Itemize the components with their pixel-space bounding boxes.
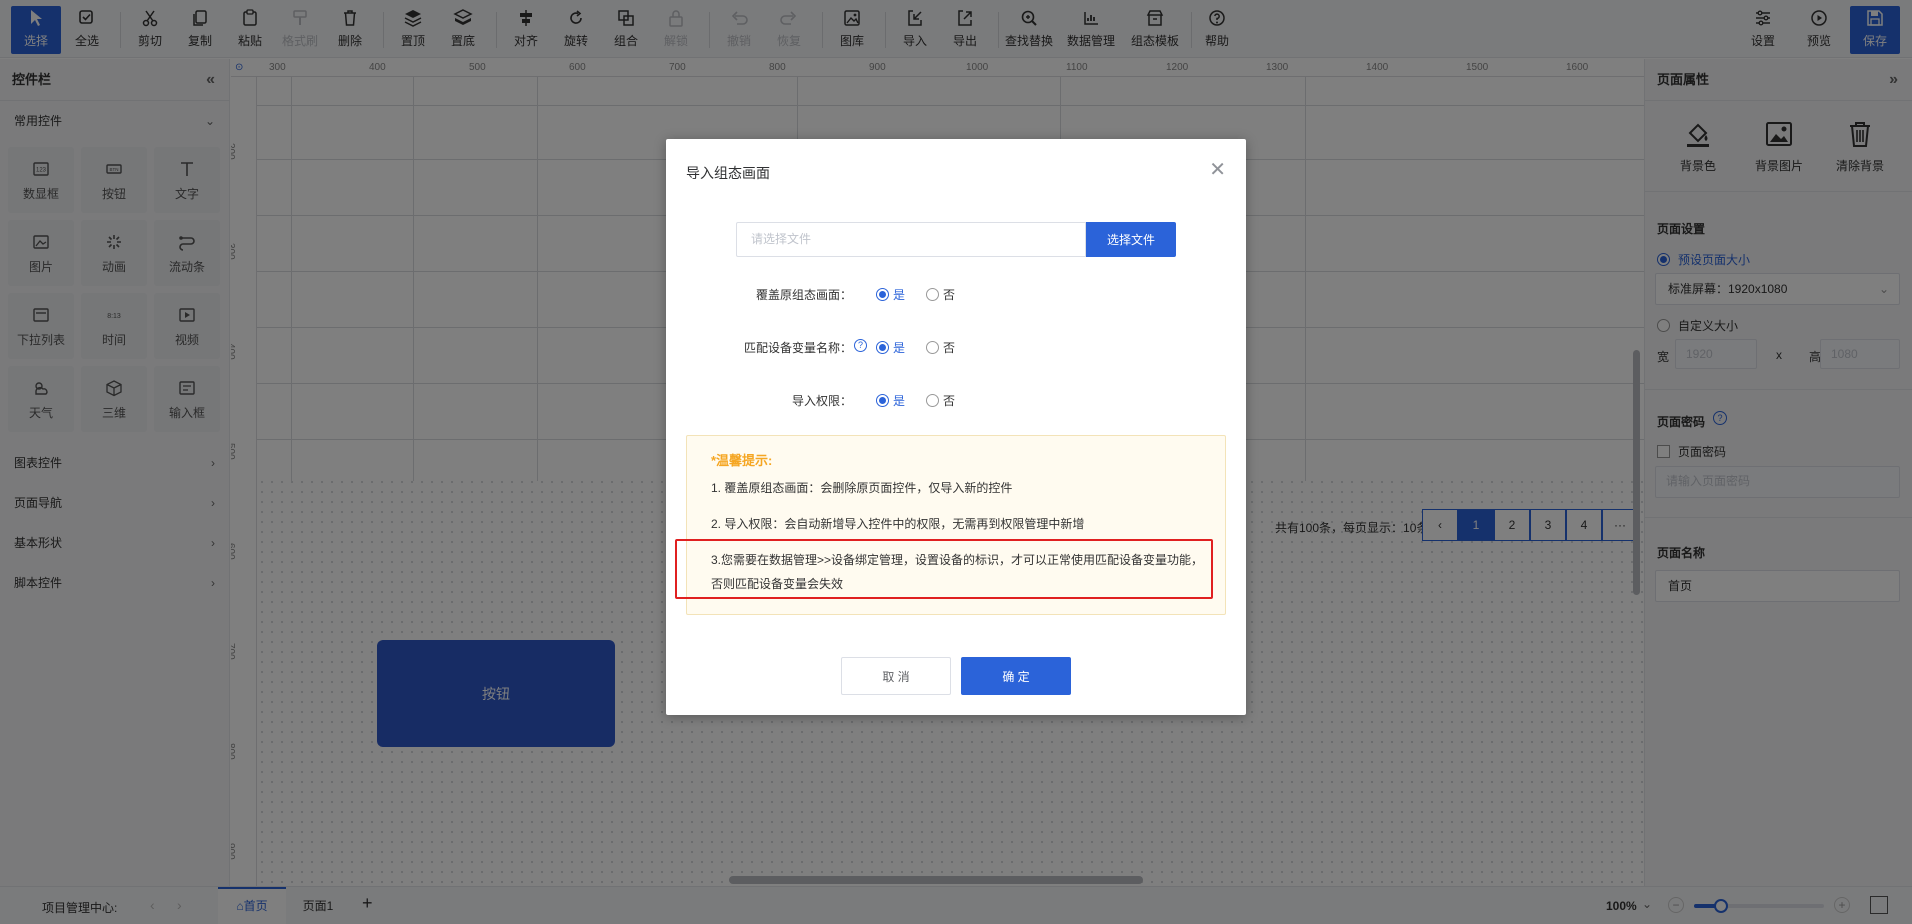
close-icon[interactable]: ✕	[1209, 157, 1226, 182]
match-variable-label: 匹配设备变量名称：	[743, 341, 852, 355]
import-dialog: 导入组态画面 ✕ 请选择文件 选择文件 覆盖原组态画面： 是 否 匹配设备变量名…	[666, 139, 1246, 715]
choose-file-button[interactable]: 选择文件	[1086, 222, 1176, 257]
import-permission-label: 导入权限：	[791, 394, 852, 408]
match-variable-yes-radio[interactable]: 是	[876, 339, 905, 356]
tip-item: 1. 覆盖原组态画面：会删除原页面控件，仅导入新的控件	[711, 481, 1013, 495]
confirm-button[interactable]: 确 定	[961, 657, 1071, 695]
tips-title: *温馨提示:	[711, 453, 773, 468]
match-variable-no-radio[interactable]: 否	[926, 339, 955, 356]
overwrite-label: 覆盖原组态画面：	[755, 288, 852, 302]
dialog-title: 导入组态画面	[686, 165, 770, 181]
import-permission-yes-radio[interactable]: 是	[876, 392, 905, 409]
overwrite-yes-radio[interactable]: 是	[876, 286, 905, 303]
highlight-annotation-box	[675, 539, 1213, 599]
help-icon[interactable]: ?	[854, 339, 867, 352]
file-path-input[interactable]: 请选择文件	[736, 222, 1086, 257]
tip-item: 2. 导入权限：会自动新增导入控件中的权限，无需再到权限管理中新增	[711, 517, 1085, 531]
overwrite-no-radio[interactable]: 否	[926, 286, 955, 303]
import-permission-no-radio[interactable]: 否	[926, 392, 955, 409]
cancel-button[interactable]: 取 消	[841, 657, 951, 695]
